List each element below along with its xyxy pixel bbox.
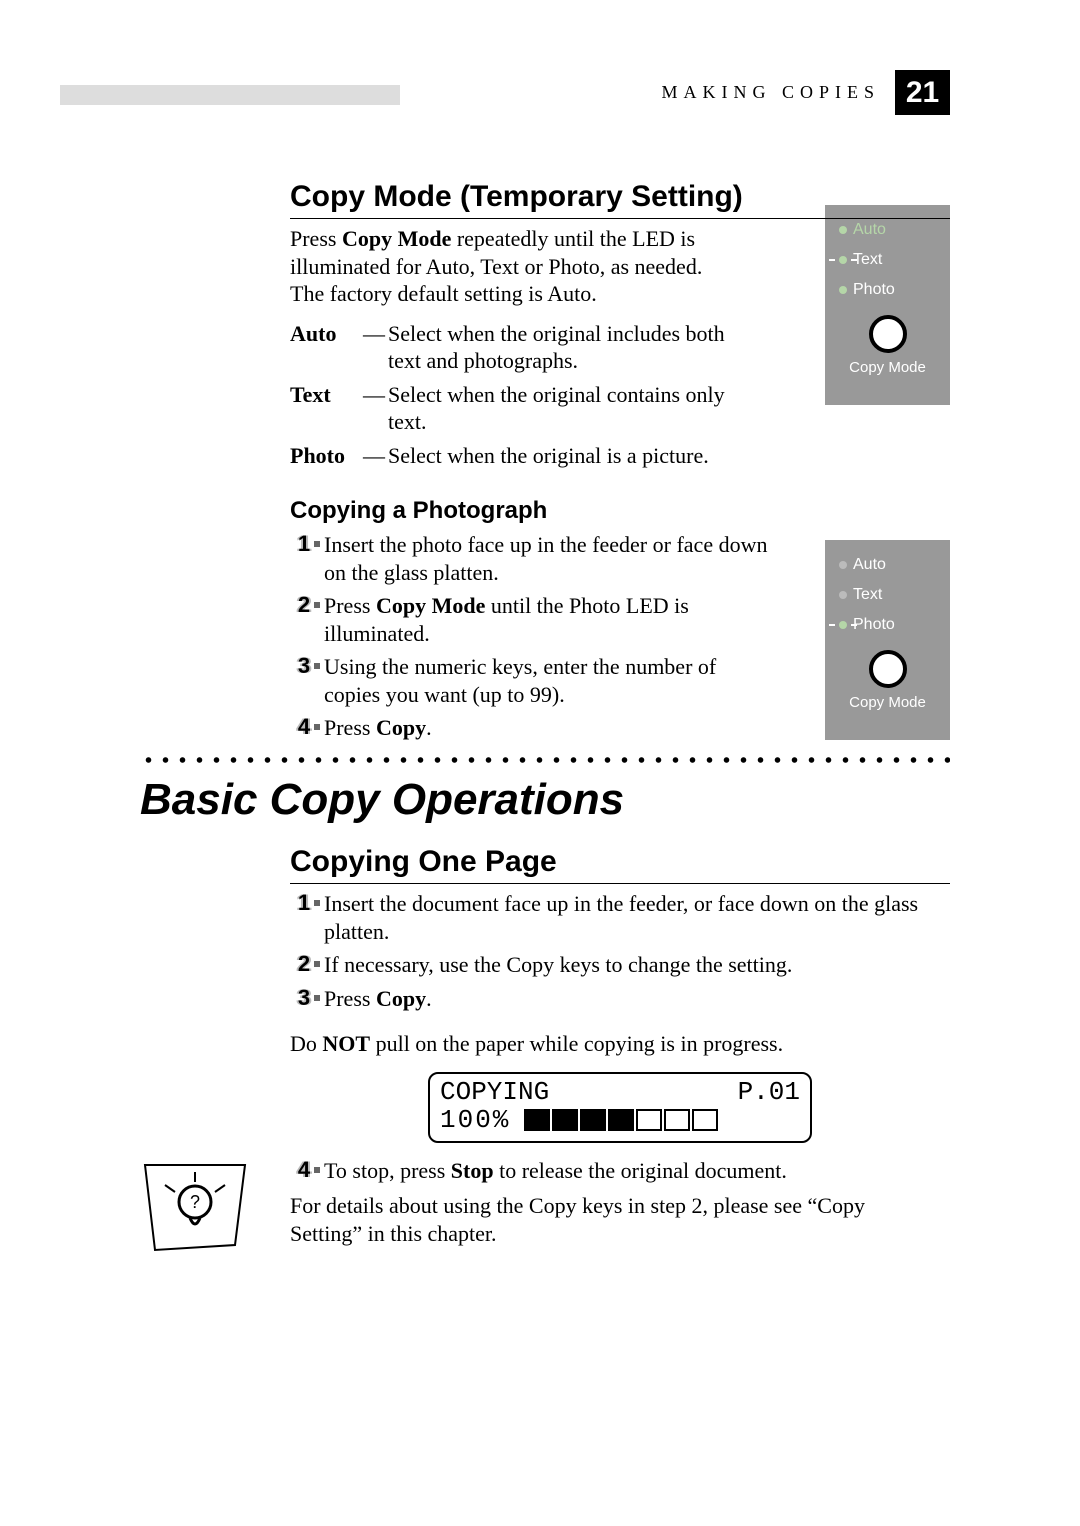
progress-block-filled-icon	[608, 1109, 634, 1131]
definition-desc: Select when the original is a picture.	[388, 442, 760, 470]
step-row: 3 Using the numeric keys, enter the numb…	[290, 653, 770, 708]
step-number-icon: 1	[290, 890, 318, 916]
progress-block-empty-icon	[636, 1109, 662, 1131]
step-number-icon: 2	[290, 951, 318, 977]
step-row: 2 If necessary, use the Copy keys to cha…	[290, 951, 930, 979]
definition-desc: Select when the original includes both t…	[388, 320, 760, 375]
step-row: 2 Press Copy Mode until the Photo LED is…	[290, 592, 770, 647]
step-text: Using the numeric keys, enter the number…	[324, 653, 770, 708]
progress-block-empty-icon	[664, 1109, 690, 1131]
lcd-line1-right: P.01	[738, 1078, 800, 1107]
text: to release the original document.	[494, 1158, 787, 1183]
svg-text:?: ?	[190, 1192, 200, 1212]
text: Press	[324, 593, 376, 618]
text: Press	[324, 715, 376, 740]
text: To stop, press	[324, 1158, 451, 1183]
header-accent-strip	[60, 85, 400, 105]
lcd-progress-blocks	[524, 1109, 718, 1131]
dotted-rule-icon	[140, 755, 950, 765]
bold-term: Copy Mode	[376, 593, 485, 618]
step-text: Insert the document face up in the feede…	[324, 890, 930, 945]
step-number-icon: 3	[290, 985, 318, 1011]
em-dash-icon: —	[360, 320, 388, 375]
step-text: If necessary, use the Copy keys to chang…	[324, 951, 930, 979]
progress-block-filled-icon	[524, 1109, 550, 1131]
heading-copy-mode: Copy Mode (Temporary Setting)	[290, 180, 950, 219]
chapter-label: MAKING COPIES	[661, 82, 880, 103]
bold-term: Copy Mode	[342, 226, 451, 251]
text: .	[426, 715, 432, 740]
definition-term: Auto	[290, 320, 360, 375]
lcd-display: COPYING P.01 100%	[428, 1072, 812, 1143]
step-row: 1 Insert the document face up in the fee…	[290, 890, 930, 945]
step-text: To stop, press Stop to release the origi…	[324, 1157, 930, 1185]
bold-term: NOT	[322, 1031, 370, 1056]
step-text: Press Copy.	[324, 714, 770, 742]
em-dash-icon: —	[360, 442, 388, 470]
em-dash-icon: —	[360, 381, 388, 436]
warning-text: Do NOT pull on the paper while copying i…	[290, 1030, 930, 1058]
step-text: Insert the photo face up in the feeder o…	[324, 531, 770, 586]
step-text: Press Copy.	[324, 985, 930, 1013]
copy-mode-intro: Press Copy Mode repeatedly until the LED…	[290, 225, 730, 308]
bold-term: Stop	[451, 1158, 494, 1183]
text: .	[426, 986, 432, 1011]
bold-term: Copy	[376, 986, 426, 1011]
step-text: Press Copy Mode until the Photo LED is i…	[324, 592, 770, 647]
step-number-icon: 2	[290, 592, 318, 618]
page-number: 21	[895, 70, 950, 115]
lightbulb-note-icon: ?	[140, 1160, 250, 1255]
definition-term: Text	[290, 381, 360, 436]
step-row: 1 Insert the photo face up in the feeder…	[290, 531, 770, 586]
definition-desc: Select when the original contains only t…	[388, 381, 760, 436]
progress-block-filled-icon	[580, 1109, 606, 1131]
text: Do	[290, 1031, 322, 1056]
page-header: MAKING COPIES 21	[60, 70, 950, 120]
step-number-icon: 1	[290, 531, 318, 557]
lcd-line1-left: COPYING	[440, 1078, 549, 1107]
hint-text: For details about using the Copy keys in…	[290, 1192, 910, 1247]
step-row: 3 Press Copy.	[290, 985, 930, 1013]
definition-text: Text — Select when the original contains…	[290, 381, 760, 436]
lcd-line2-left: 100%	[440, 1106, 510, 1135]
heading-basic-copy-operations: Basic Copy Operations	[140, 775, 950, 825]
definition-photo: Photo — Select when the original is a pi…	[290, 442, 760, 470]
step-number-icon: 4	[290, 714, 318, 740]
progress-block-filled-icon	[552, 1109, 578, 1131]
heading-copying-one-page: Copying One Page	[290, 845, 950, 884]
step-row: 4 Press Copy.	[290, 714, 770, 742]
text: Press	[324, 986, 376, 1011]
text: pull on the paper while copying is in pr…	[370, 1031, 783, 1056]
section-basic-copy-operations: Basic Copy Operations	[140, 755, 950, 825]
heading-copying-photograph: Copying a Photograph	[290, 497, 950, 525]
step-number-icon: 4	[290, 1157, 318, 1183]
step-number-icon: 3	[290, 653, 318, 679]
bold-term: Copy	[376, 715, 426, 740]
definition-auto: Auto — Select when the original includes…	[290, 320, 760, 375]
step-row: 4 To stop, press Stop to release the ori…	[290, 1157, 930, 1185]
progress-block-empty-icon	[692, 1109, 718, 1131]
text: Press	[290, 226, 342, 251]
definition-term: Photo	[290, 442, 360, 470]
